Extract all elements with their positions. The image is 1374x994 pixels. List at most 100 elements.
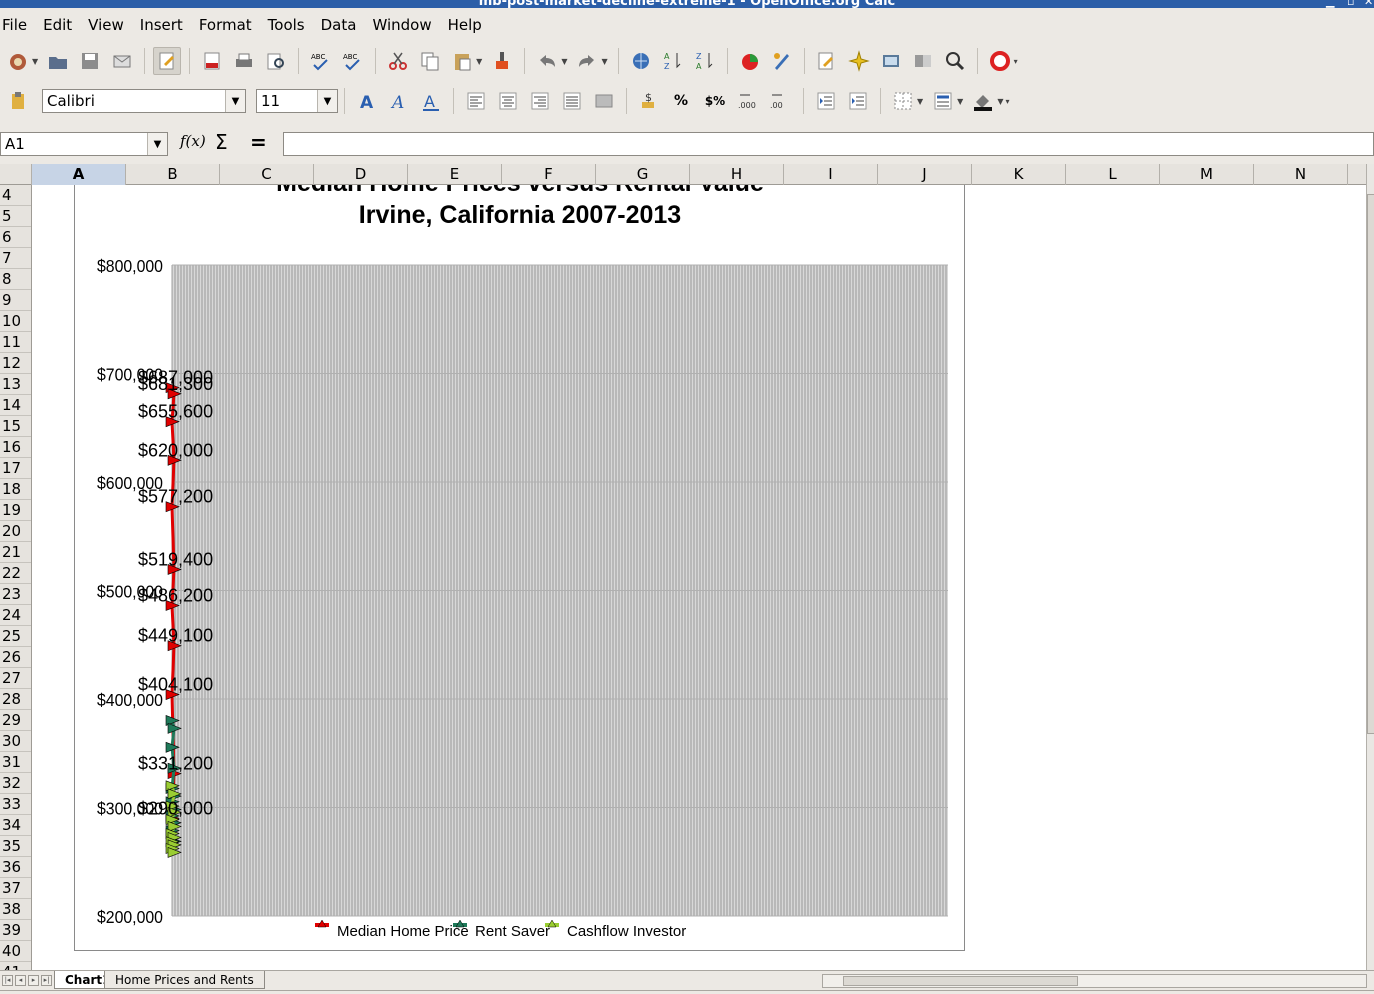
formula-input[interactable] bbox=[283, 132, 1374, 156]
previous-sheet-icon[interactable]: ◂ bbox=[15, 975, 26, 986]
row-header-35[interactable]: 35 bbox=[0, 836, 31, 857]
line-style-icon[interactable] bbox=[929, 87, 957, 115]
menu-tools[interactable]: Tools bbox=[260, 16, 313, 34]
column-header-f[interactable]: F bbox=[502, 164, 596, 185]
function-button[interactable]: = bbox=[250, 130, 267, 154]
undo-icon[interactable] bbox=[533, 47, 561, 75]
row-header-36[interactable]: 36 bbox=[0, 857, 31, 878]
menu-help[interactable]: Help bbox=[440, 16, 490, 34]
column-header-m[interactable]: M bbox=[1160, 164, 1254, 185]
font-size-combo[interactable]: 11 ▼ bbox=[256, 89, 338, 113]
align-left-icon[interactable] bbox=[462, 87, 490, 115]
chevron-down-icon[interactable]: ▼ bbox=[917, 97, 923, 106]
maximize-icon[interactable]: ▫ bbox=[1347, 0, 1354, 8]
background-color-icon[interactable] bbox=[969, 87, 997, 115]
chevron-down-icon[interactable]: ▼ bbox=[317, 90, 337, 112]
borders-icon[interactable] bbox=[889, 87, 917, 115]
spellcheck-icon[interactable]: ABC bbox=[307, 47, 335, 75]
chevron-down-icon[interactable]: ▼ bbox=[32, 57, 38, 66]
row-header-6[interactable]: 6 bbox=[0, 227, 31, 248]
row-header-32[interactable]: 32 bbox=[0, 773, 31, 794]
sheet-tab-home-prices-and-rents[interactable]: Home Prices and Rents bbox=[104, 971, 265, 989]
row-header-26[interactable]: 26 bbox=[0, 647, 31, 668]
currency-format-icon[interactable]: $ bbox=[635, 87, 663, 115]
hyperlink-icon[interactable] bbox=[627, 47, 655, 75]
sort-ascending-icon[interactable]: AZ bbox=[659, 47, 687, 75]
row-header-13[interactable]: 13 bbox=[0, 374, 31, 395]
chevron-down-icon[interactable]: ▼ bbox=[225, 90, 245, 112]
last-sheet-icon[interactable]: ▸| bbox=[41, 975, 52, 986]
font-name-combo[interactable]: Calibri ▼ bbox=[42, 89, 246, 113]
row-header-21[interactable]: 21 bbox=[0, 542, 31, 563]
row-header-30[interactable]: 30 bbox=[0, 731, 31, 752]
align-right-icon[interactable] bbox=[526, 87, 554, 115]
row-header-10[interactable]: 10 bbox=[0, 311, 31, 332]
row-header-18[interactable]: 18 bbox=[0, 479, 31, 500]
copy-icon[interactable] bbox=[416, 47, 444, 75]
first-sheet-icon[interactable]: |◂ bbox=[2, 975, 13, 986]
chevron-down-icon[interactable]: ▼ bbox=[147, 133, 167, 155]
zoom-icon[interactable] bbox=[941, 47, 969, 75]
row-header-29[interactable]: 29 bbox=[0, 710, 31, 731]
row-header-16[interactable]: 16 bbox=[0, 437, 31, 458]
row-header-40[interactable]: 40 bbox=[0, 941, 31, 962]
chevron-down-icon[interactable]: ▼ bbox=[957, 97, 963, 106]
row-header-25[interactable]: 25 bbox=[0, 626, 31, 647]
column-header-i[interactable]: I bbox=[784, 164, 878, 185]
column-header-g[interactable]: G bbox=[596, 164, 690, 185]
row-header-23[interactable]: 23 bbox=[0, 584, 31, 605]
row-header-19[interactable]: 19 bbox=[0, 500, 31, 521]
bold-icon[interactable]: A bbox=[353, 87, 381, 115]
edit-file-icon[interactable] bbox=[153, 47, 182, 75]
menu-format[interactable]: Format bbox=[191, 16, 260, 34]
next-sheet-icon[interactable]: ▸ bbox=[28, 975, 39, 986]
column-header-n[interactable]: N bbox=[1254, 164, 1348, 185]
horizontal-scrollbar[interactable] bbox=[822, 974, 1367, 988]
email-icon[interactable] bbox=[108, 47, 136, 75]
row-header-9[interactable]: 9 bbox=[0, 290, 31, 311]
row-header-11[interactable]: 11 bbox=[0, 332, 31, 353]
print-icon[interactable] bbox=[230, 47, 258, 75]
menu-edit[interactable]: Edit bbox=[35, 16, 80, 34]
new-document-icon[interactable] bbox=[4, 47, 32, 75]
row-header-31[interactable]: 31 bbox=[0, 752, 31, 773]
autospellcheck-icon[interactable]: ABC bbox=[339, 47, 367, 75]
show-draw-functions-icon[interactable] bbox=[768, 47, 796, 75]
row-header-28[interactable]: 28 bbox=[0, 689, 31, 710]
column-header-d[interactable]: D bbox=[314, 164, 408, 185]
row-header-4[interactable]: 4 bbox=[0, 185, 31, 206]
row-header-14[interactable]: 14 bbox=[0, 395, 31, 416]
chevron-down-icon[interactable]: ▼ bbox=[561, 57, 567, 66]
column-header-l[interactable]: L bbox=[1066, 164, 1160, 185]
name-box[interactable]: A1 ▼ bbox=[0, 132, 168, 156]
find-replace-icon[interactable] bbox=[813, 47, 841, 75]
open-folder-icon[interactable] bbox=[44, 47, 72, 75]
row-header-15[interactable]: 15 bbox=[0, 416, 31, 437]
row-header-8[interactable]: 8 bbox=[0, 269, 31, 290]
row-header-38[interactable]: 38 bbox=[0, 899, 31, 920]
menu-data[interactable]: Data bbox=[313, 16, 365, 34]
scrollbar-thumb[interactable] bbox=[843, 976, 1078, 986]
menu-view[interactable]: View bbox=[80, 16, 132, 34]
print-preview-icon[interactable] bbox=[262, 47, 290, 75]
menu-insert[interactable]: Insert bbox=[132, 16, 191, 34]
row-header-37[interactable]: 37 bbox=[0, 878, 31, 899]
format-paintbrush-icon[interactable] bbox=[488, 47, 516, 75]
column-header-h[interactable]: H bbox=[690, 164, 784, 185]
toolbar-overflow-icon[interactable]: ▾ bbox=[1005, 97, 1009, 106]
save-icon[interactable] bbox=[76, 47, 104, 75]
delete-decimal-icon[interactable]: .00 bbox=[767, 87, 795, 115]
row-header-41[interactable]: 41 bbox=[0, 962, 31, 970]
menu-file[interactable]: File bbox=[0, 16, 35, 34]
chevron-down-icon[interactable]: ▼ bbox=[997, 97, 1003, 106]
underline-icon[interactable]: A bbox=[417, 87, 445, 115]
function-wizard-button[interactable]: f(x) bbox=[180, 132, 206, 150]
row-header-24[interactable]: 24 bbox=[0, 605, 31, 626]
redo-icon[interactable] bbox=[573, 47, 601, 75]
row-header-27[interactable]: 27 bbox=[0, 668, 31, 689]
increase-indent-icon[interactable] bbox=[844, 87, 872, 115]
column-header-k[interactable]: K bbox=[972, 164, 1066, 185]
column-header-c[interactable]: C bbox=[220, 164, 314, 185]
data-sources-icon[interactable] bbox=[909, 47, 937, 75]
decrease-indent-icon[interactable] bbox=[812, 87, 840, 115]
